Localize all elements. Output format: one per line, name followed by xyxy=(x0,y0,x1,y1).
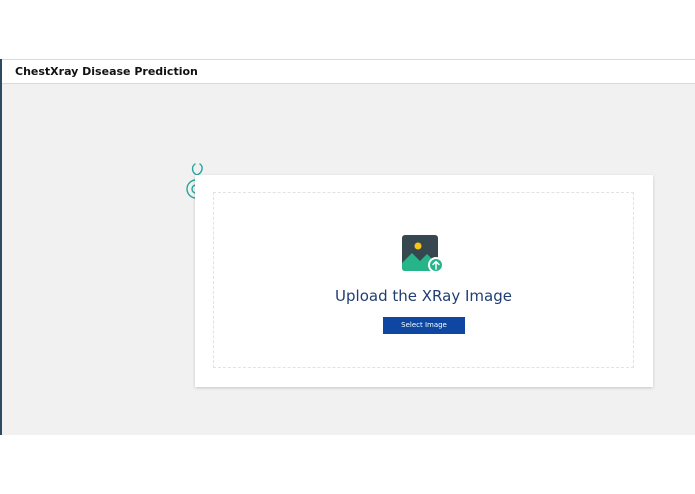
app-header: ChestXray Disease Prediction xyxy=(2,59,695,84)
image-upload-icon xyxy=(402,235,444,273)
upload-title: Upload the XRay Image xyxy=(335,287,512,305)
app-title: ChestXray Disease Prediction xyxy=(15,65,198,78)
upload-card: Upload the XRay Image Select Image xyxy=(195,175,653,387)
page: ChestXray Disease Prediction Upload the … xyxy=(0,0,695,494)
app-window: ChestXray Disease Prediction Upload the … xyxy=(0,59,695,435)
select-image-button[interactable]: Select Image xyxy=(383,317,465,334)
upload-dropzone[interactable]: Upload the XRay Image Select Image xyxy=(213,192,634,368)
